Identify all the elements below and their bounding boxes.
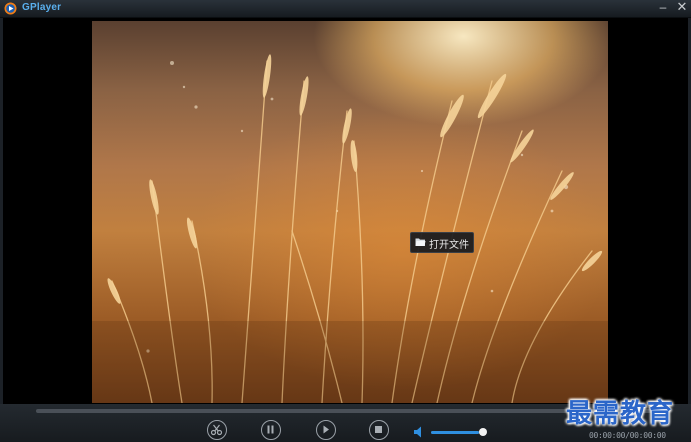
left-border — [0, 18, 3, 404]
play-icon — [323, 425, 329, 434]
speaker-icon[interactable] — [413, 425, 427, 439]
close-button[interactable]: ✕ — [673, 0, 691, 16]
folder-open-icon — [415, 238, 426, 246]
stop-icon — [375, 426, 382, 433]
time-display: 00:00:00/00:00:00 — [589, 431, 666, 440]
video-frame[interactable]: 打开文件 — [92, 21, 608, 403]
minimize-button[interactable]: – — [654, 0, 672, 16]
app-title: GPlayer — [22, 2, 62, 13]
watermark-logo: 最需教育 — [566, 399, 675, 429]
title-bar: GPlayer – ✕ — [0, 0, 691, 18]
volume-handle[interactable] — [479, 428, 487, 436]
open-file-button[interactable]: 打开文件 — [410, 232, 474, 253]
stop-button[interactable] — [369, 420, 389, 440]
volume-slider[interactable] — [431, 431, 483, 434]
volume-level — [431, 431, 479, 434]
video-still-image — [92, 54, 608, 403]
cut-icon — [210, 424, 223, 436]
play-logo-icon — [4, 2, 17, 15]
play-button[interactable] — [316, 420, 336, 440]
cut-button[interactable] — [207, 420, 227, 440]
pause-button[interactable] — [261, 420, 281, 440]
seek-bar[interactable] — [36, 409, 656, 413]
video-area[interactable]: 打开文件 — [0, 18, 691, 404]
pause-icon — [267, 425, 274, 434]
open-file-label: 打开文件 — [429, 240, 469, 251]
